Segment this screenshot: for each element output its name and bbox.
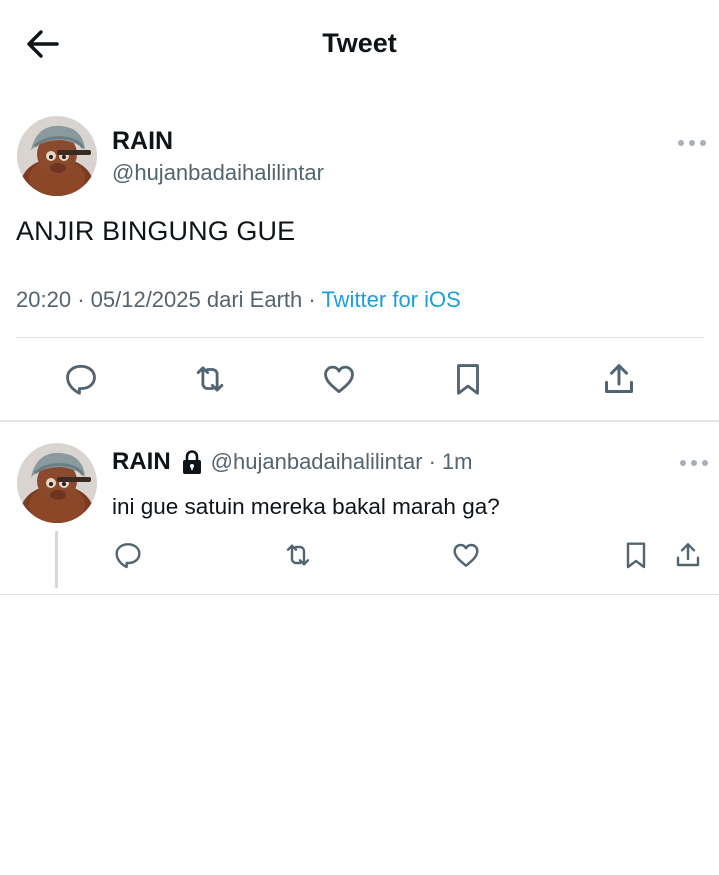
like-icon <box>453 543 479 567</box>
share-button[interactable] <box>670 537 706 573</box>
avatar[interactable] <box>17 116 97 196</box>
dot <box>691 460 697 466</box>
divider <box>0 420 719 422</box>
tweet-time[interactable]: 1m <box>442 449 473 475</box>
avatar[interactable] <box>17 443 97 523</box>
handle[interactable]: @hujanbadaihalilintar <box>112 160 324 186</box>
like-button[interactable] <box>446 537 486 573</box>
tweet-location: dari Earth <box>206 287 303 312</box>
retweet-icon <box>286 544 310 566</box>
meta-separator: · <box>428 449 436 474</box>
tweet-source-link[interactable]: Twitter for iOS <box>321 287 460 312</box>
tweet-time: 20:20 <box>16 287 72 312</box>
dot <box>680 460 686 466</box>
reply-icon <box>115 543 141 569</box>
like-icon <box>324 365 354 394</box>
bookmark-button[interactable] <box>618 537 654 573</box>
bookmark-icon <box>457 364 479 395</box>
tweet-meta: 20:20 · 05/12/2025 dari Earth · Twitter … <box>16 287 461 313</box>
divider <box>0 594 719 595</box>
dot <box>689 140 695 146</box>
meta-separator: · <box>77 287 91 312</box>
divider <box>16 337 704 338</box>
handle[interactable]: @hujanbadaihalilintar <box>211 449 423 475</box>
tweet-date: 05/12/2025 <box>90 287 201 312</box>
display-name[interactable]: RAIN <box>112 127 173 156</box>
meta-separator: · <box>308 287 322 312</box>
display-name[interactable]: RAIN <box>112 448 171 476</box>
thread-line <box>55 531 58 588</box>
share-icon <box>676 543 700 567</box>
tweet-text: ANJIR BINGUNG GUE <box>16 216 296 246</box>
dot <box>678 140 684 146</box>
reply-button[interactable] <box>58 357 104 401</box>
retweet-icon <box>196 366 224 392</box>
retweet-button[interactable] <box>278 537 318 573</box>
reply-icon <box>66 364 96 395</box>
tweet-text: ini gue satuin mereka bakal marah ga? <box>112 494 500 519</box>
lock-icon <box>181 449 203 475</box>
dot <box>702 460 708 466</box>
share-button[interactable] <box>596 357 642 401</box>
share-icon <box>605 364 633 393</box>
page-title: Tweet <box>322 28 397 58</box>
dot <box>700 140 706 146</box>
reply-button[interactable] <box>108 537 148 573</box>
bookmark-icon <box>626 542 646 569</box>
retweet-button[interactable] <box>186 357 234 401</box>
more-options-button[interactable] <box>678 136 706 150</box>
like-button[interactable] <box>316 357 362 401</box>
reply-header: RAIN @hujanbadaihalilintar · 1m <box>112 448 472 476</box>
top-bar: Tweet <box>0 0 719 90</box>
more-options-button[interactable] <box>680 456 708 470</box>
bookmark-button[interactable] <box>446 357 490 401</box>
